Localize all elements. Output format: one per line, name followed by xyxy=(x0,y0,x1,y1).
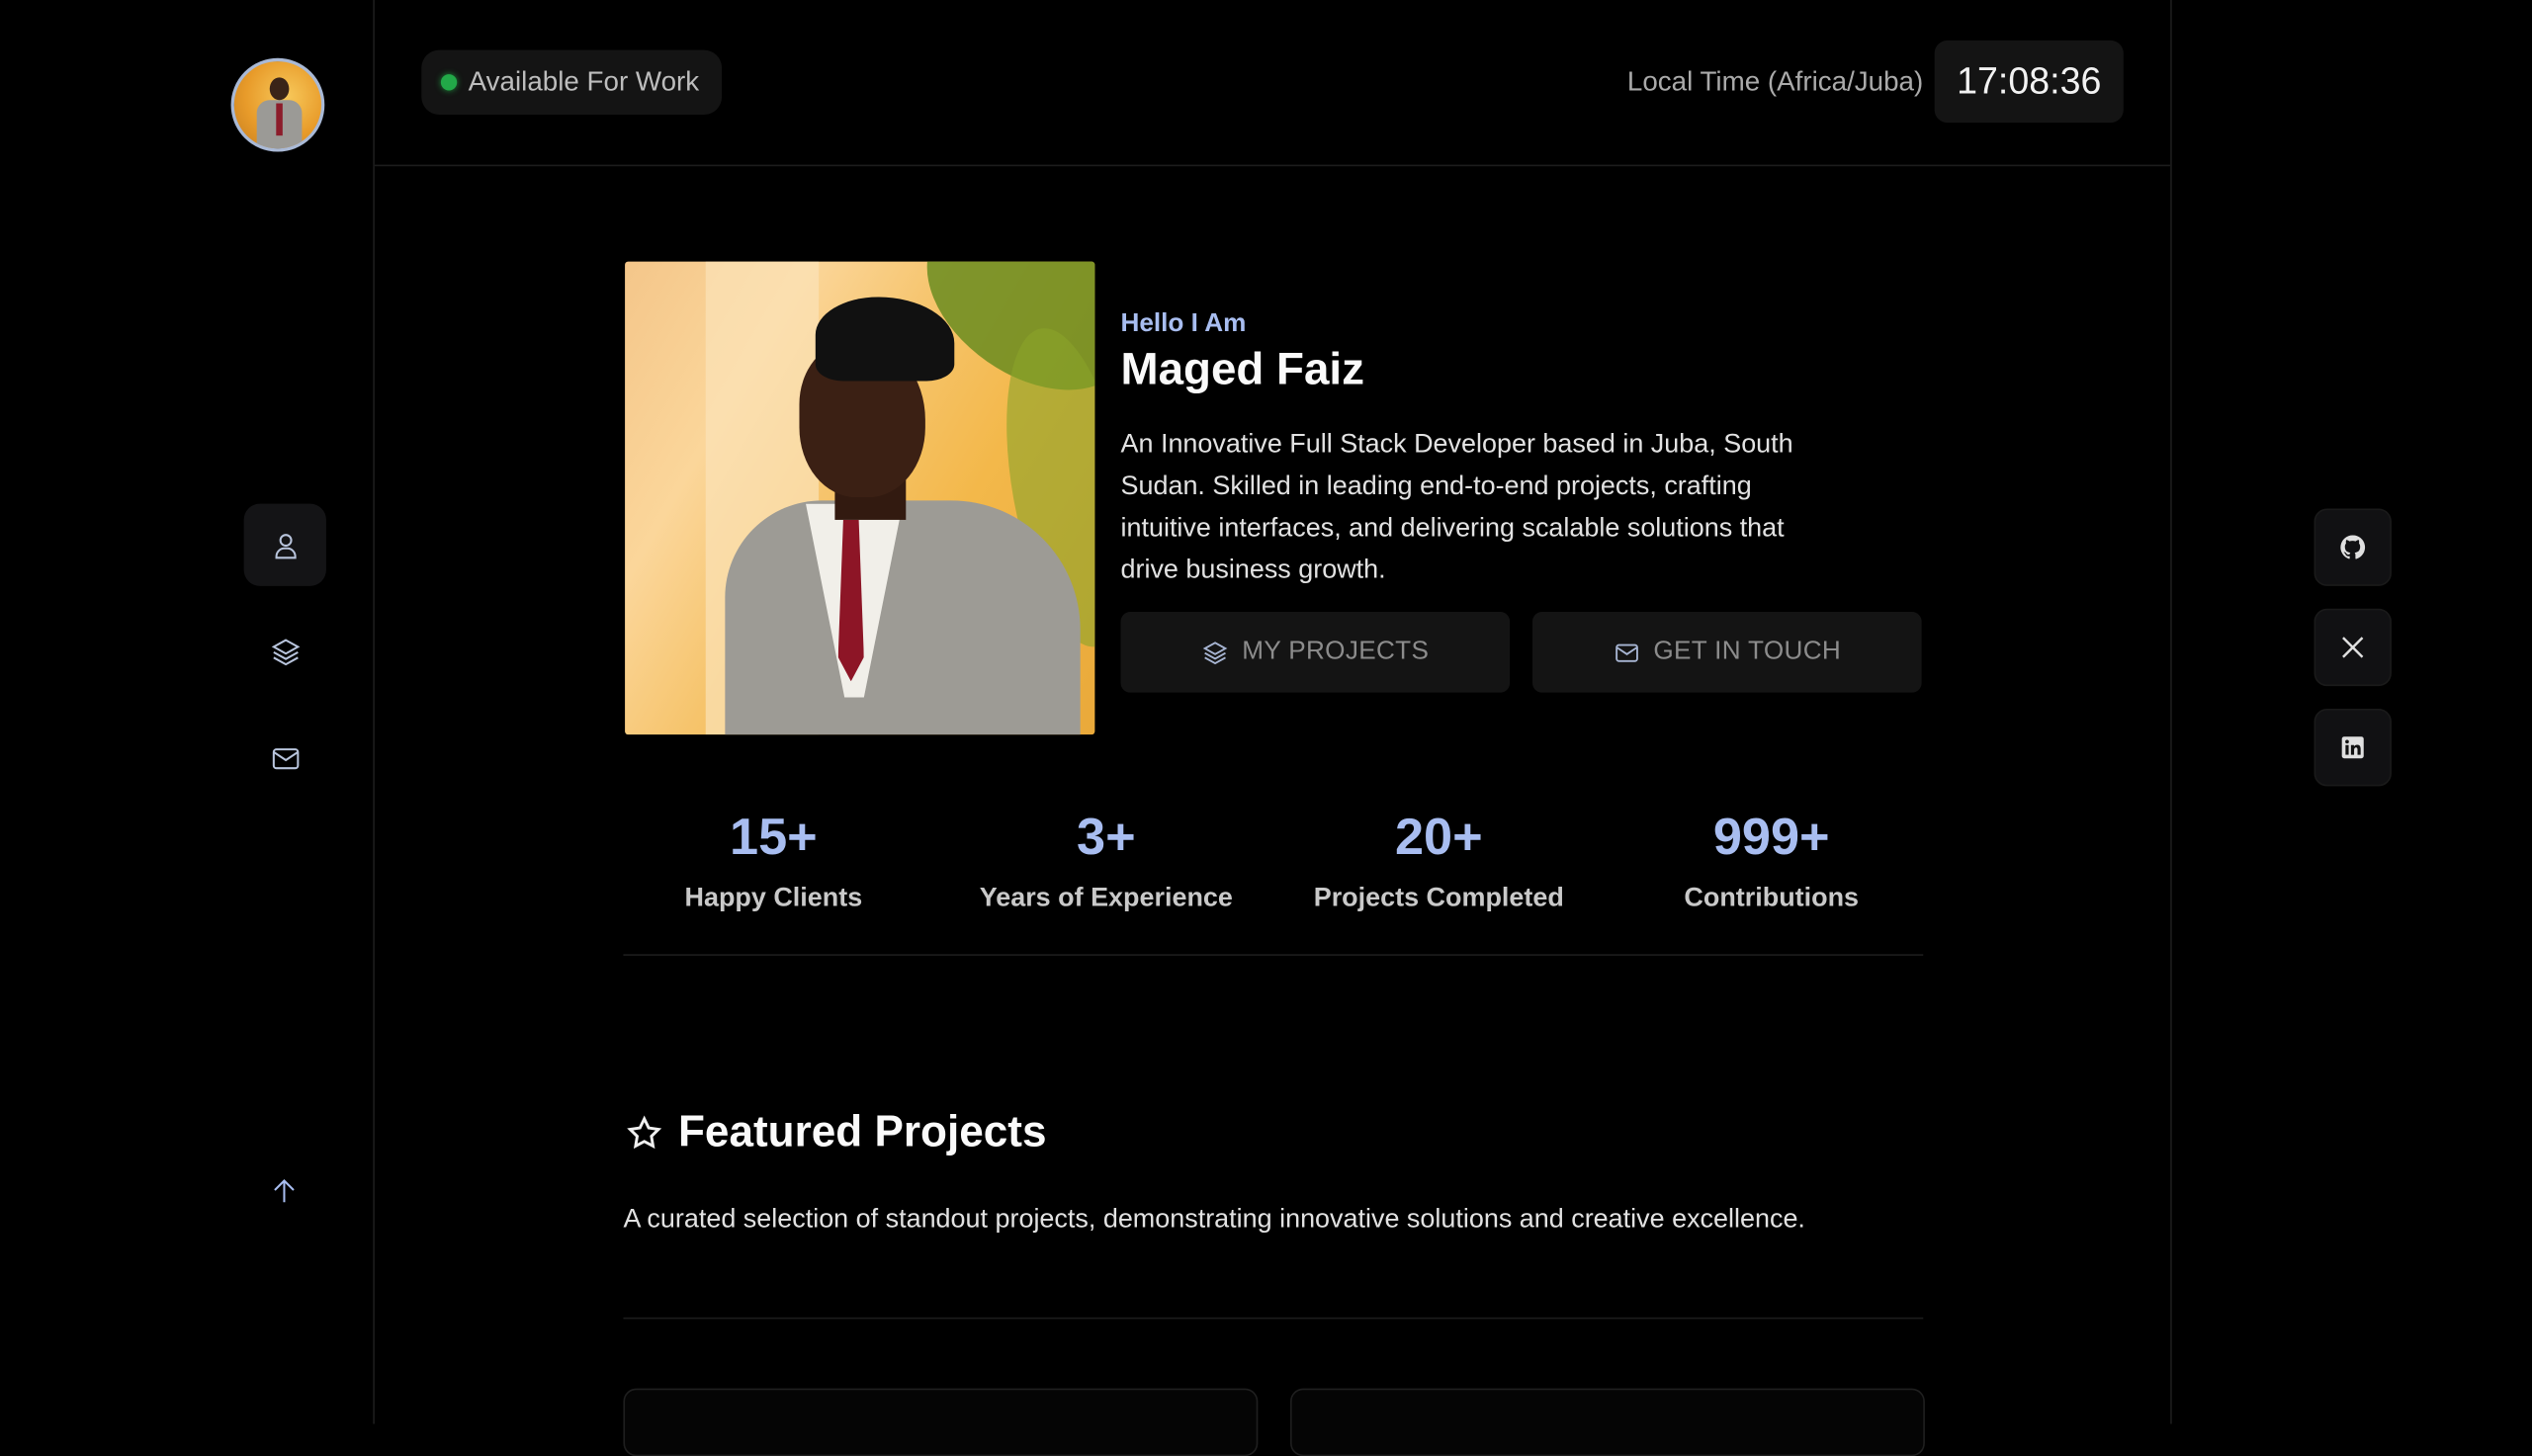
linkedin-link[interactable] xyxy=(2314,709,2392,787)
stat-label: Happy Clients xyxy=(684,883,863,912)
stat-contributions: 999+ Contributions xyxy=(1606,808,1938,914)
stat-happy-clients: 15+ Happy Clients xyxy=(607,808,939,914)
user-icon xyxy=(274,533,296,558)
featured-projects-title: Featured Projects xyxy=(677,1107,1047,1156)
back-to-top-button[interactable] xyxy=(268,1175,301,1208)
availability-label: Available For Work xyxy=(468,65,700,97)
stat-label: Contributions xyxy=(1684,883,1860,912)
profile-photo xyxy=(625,261,1095,735)
get-in-touch-label: GET IN TOUCH xyxy=(1653,638,1842,665)
github-icon xyxy=(2340,535,2366,559)
stat-value: 15+ xyxy=(730,807,818,866)
local-time-label: Local Time (Africa/Juba) xyxy=(1626,65,1924,97)
arrow-up-icon xyxy=(274,1179,295,1203)
x-link[interactable] xyxy=(2314,608,2392,687)
clock: 17:08:36 xyxy=(1934,40,2124,124)
stat-projects-completed: 20+ Projects Completed xyxy=(1272,808,1605,914)
stat-label: Projects Completed xyxy=(1313,883,1564,912)
page-title: Maged Faiz xyxy=(1120,343,1365,394)
left-divider xyxy=(373,0,375,1424)
mail-icon xyxy=(272,747,299,769)
linkedin-icon xyxy=(2341,736,2364,759)
get-in-touch-button[interactable]: GET IN TOUCH xyxy=(1532,612,1922,693)
sidebar-item-about[interactable] xyxy=(243,503,326,586)
featured-projects-description: A curated selection of standout projects… xyxy=(623,1204,1805,1234)
sidebar-item-projects[interactable] xyxy=(244,610,326,692)
mail-icon xyxy=(1615,642,1638,661)
page: Available For Work Local Time (Africa/Ju… xyxy=(0,0,2532,1456)
featured-projects-heading: Featured Projects xyxy=(625,1107,1047,1157)
stat-value: 20+ xyxy=(1394,807,1483,866)
right-divider xyxy=(2170,0,2172,1424)
stat-value: 999+ xyxy=(1712,807,1830,866)
status-dot-icon xyxy=(440,74,458,91)
stat-value: 3+ xyxy=(1077,807,1136,866)
my-projects-button[interactable]: MY PROJECTS xyxy=(1120,612,1511,693)
layers-icon xyxy=(270,638,300,665)
avatar[interactable] xyxy=(230,57,325,152)
project-card[interactable] xyxy=(1290,1388,1925,1456)
stat-label: Years of Experience xyxy=(979,883,1233,912)
star-icon xyxy=(627,1114,662,1149)
project-card[interactable] xyxy=(623,1388,1259,1456)
github-link[interactable] xyxy=(2314,508,2392,586)
header-divider xyxy=(374,164,2171,167)
stats-divider xyxy=(623,954,1924,956)
featured-divider xyxy=(623,1317,1924,1320)
bio-text: An Innovative Full Stack Developer based… xyxy=(1120,429,1793,585)
stat-years-experience: 3+ Years of Experience xyxy=(940,808,1272,914)
greeting: Hello I Am xyxy=(1120,309,1247,338)
layers-icon xyxy=(1202,641,1228,664)
availability-badge: Available For Work xyxy=(421,49,723,115)
sidebar-item-contact[interactable] xyxy=(244,717,326,799)
my-projects-label: MY PROJECTS xyxy=(1242,638,1430,665)
x-icon xyxy=(2342,637,2364,658)
